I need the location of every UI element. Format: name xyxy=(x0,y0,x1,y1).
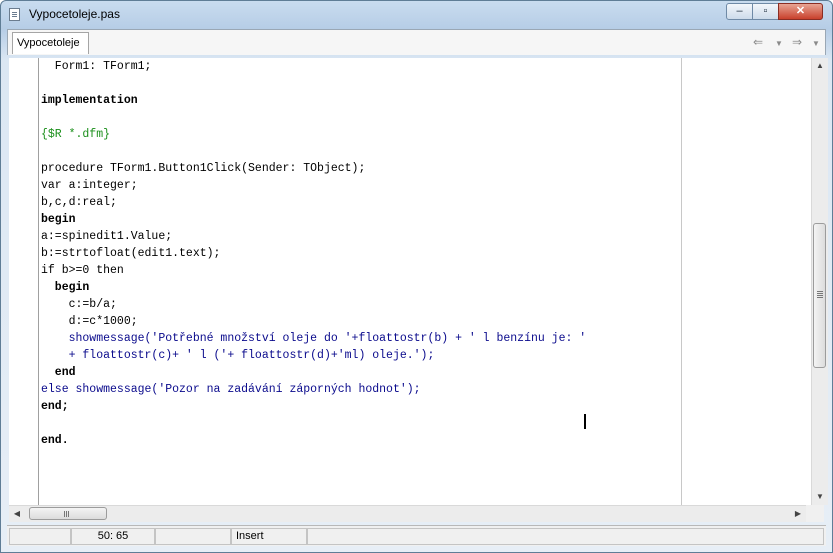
scrollbar-corner xyxy=(806,505,824,522)
gutter-divider xyxy=(38,58,39,505)
title-bar[interactable]: Vypocetoleje.pas – ▫ ✕ xyxy=(1,1,832,29)
window-title: Vypocetoleje.pas xyxy=(29,7,120,21)
code-line: end. xyxy=(41,434,69,447)
close-button[interactable]: ✕ xyxy=(778,3,823,20)
text-cursor xyxy=(584,414,586,429)
minimize-button[interactable]: – xyxy=(726,3,753,20)
code-line: end xyxy=(41,366,76,379)
code-line: begin xyxy=(41,213,76,226)
code-line: b,c,d:real; xyxy=(41,196,117,209)
right-margin-line xyxy=(681,58,682,505)
code-editor[interactable]: Form1: TForm1; implementation {$R *.dfm}… xyxy=(9,58,828,505)
chevron-down-icon[interactable]: ▼ xyxy=(775,36,783,52)
arrow-right-icon[interactable]: ⇒ xyxy=(792,34,802,50)
code-line: + floattostr(c)+ ' l ('+ floattostr(d)+'… xyxy=(41,349,435,362)
code-line: if b>=0 then xyxy=(41,264,124,277)
vertical-scrollbar[interactable]: ▲ ▼ xyxy=(811,58,828,505)
code-line: begin xyxy=(41,281,90,294)
status-empty-cell xyxy=(9,528,71,545)
code-line: c:=b/a; xyxy=(41,298,117,311)
code-line: var a:integer; xyxy=(41,179,138,192)
scroll-down-icon[interactable]: ▼ xyxy=(812,489,828,505)
grip-icon xyxy=(817,291,823,292)
document-icon xyxy=(9,8,20,21)
code-line: end; xyxy=(41,400,69,413)
code-line: else showmessage('Pozor na zadávání zápo… xyxy=(41,383,421,396)
horizontal-scrollbar[interactable]: ◀ ▶ xyxy=(9,505,806,522)
scroll-right-icon[interactable]: ▶ xyxy=(790,506,806,522)
status-message xyxy=(307,528,824,545)
code-line: b:=strtofloat(edit1.text); xyxy=(41,247,221,260)
scroll-left-icon[interactable]: ◀ xyxy=(9,506,25,522)
cursor-position: 50: 65 xyxy=(71,528,155,545)
modified-indicator xyxy=(155,528,231,545)
code-area[interactable]: Form1: TForm1; implementation {$R *.dfm}… xyxy=(41,58,681,505)
editor-window: Vypocetoleje.pas – ▫ ✕ Vypocetoleje ⇐ ▼ … xyxy=(0,0,833,553)
scroll-up-icon[interactable]: ▲ xyxy=(812,58,828,74)
grip-icon xyxy=(64,511,65,517)
tab-bar: Vypocetoleje ⇐ ▼ ⇒ ▼ xyxy=(7,29,826,55)
horizontal-scroll-thumb[interactable] xyxy=(29,507,107,520)
code-line: showmessage('Potřebné množství oleje do … xyxy=(41,332,587,345)
insert-mode: Insert xyxy=(231,528,307,545)
code-line: a:=spinedit1.Value; xyxy=(41,230,173,243)
status-bar: 50: 65 Insert xyxy=(7,525,826,546)
vertical-scroll-thumb[interactable] xyxy=(813,223,826,368)
arrow-left-icon[interactable]: ⇐ xyxy=(753,34,763,50)
tab-vypocetoleje[interactable]: Vypocetoleje xyxy=(12,32,89,54)
code-line: d:=c*1000; xyxy=(41,315,138,328)
code-line: Form1: TForm1; xyxy=(41,60,152,73)
code-line: implementation xyxy=(41,94,138,107)
code-line: procedure TForm1.Button1Click(Sender: TO… xyxy=(41,162,366,175)
code-line: {$R *.dfm} xyxy=(41,128,111,141)
maximize-button[interactable]: ▫ xyxy=(752,3,779,20)
chevron-down-icon[interactable]: ▼ xyxy=(812,36,820,52)
